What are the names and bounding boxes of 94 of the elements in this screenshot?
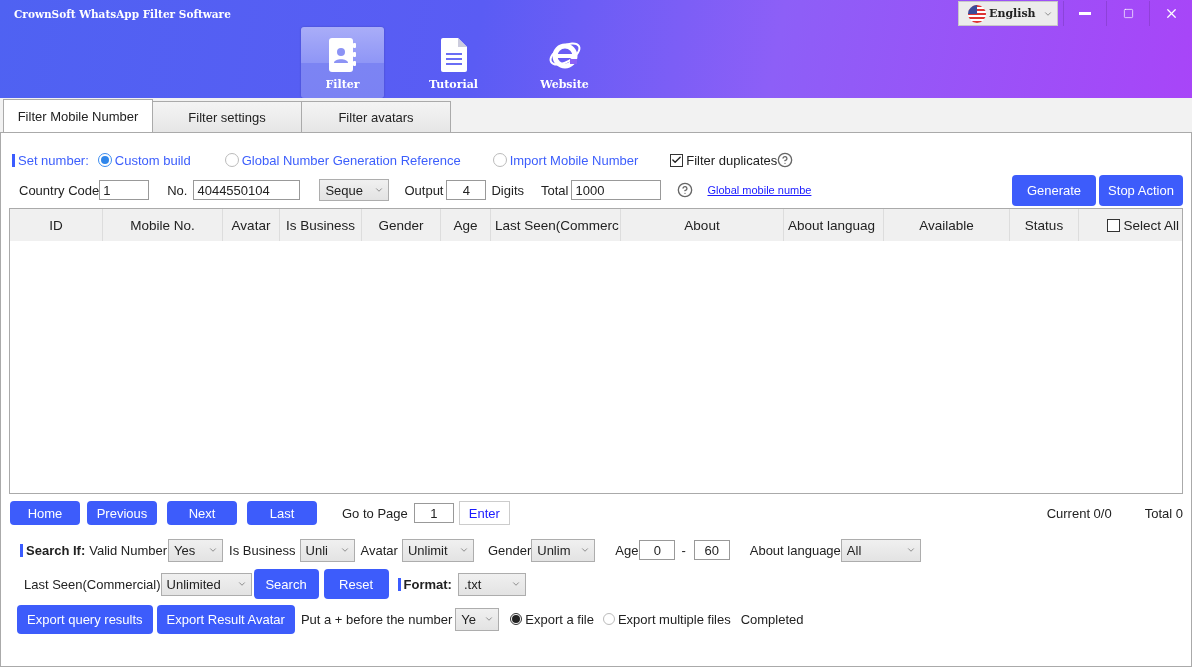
section-marker <box>397 577 401 591</box>
column-header: Age <box>453 217 478 233</box>
chevron-icon <box>374 185 385 195</box>
filter-label: Avatar <box>360 542 398 558</box>
country-code-input[interactable]: 1 <box>99 180 150 200</box>
tab[interactable]: Filter avatars <box>301 101 451 132</box>
column-header: Is Business <box>286 217 355 233</box>
column-header: Mobile No. <box>130 217 195 233</box>
export-mode-radio[interactable]: Export a file <box>510 611 594 627</box>
section-marker <box>20 543 23 557</box>
section-label: Format: <box>403 576 452 592</box>
filter-select[interactable]: Unlim <box>531 538 596 562</box>
nav-button[interactable]: Website <box>523 27 606 98</box>
filter-label: About language <box>749 542 841 558</box>
us-flag-icon <box>968 4 986 23</box>
filter-select[interactable]: Unli <box>299 538 355 562</box>
chevron-icon <box>236 579 247 589</box>
chevron-icon <box>905 545 916 555</box>
pager-button[interactable]: Last <box>247 501 317 525</box>
chevron-icon <box>208 545 219 555</box>
total-info: Total 0 <box>1144 505 1183 521</box>
age-to-input[interactable]: 60 <box>693 540 730 560</box>
tab[interactable]: Filter settings <box>152 101 302 132</box>
help-icon[interactable] <box>677 182 694 198</box>
radio-option[interactable]: Global Number Generation Reference <box>224 152 461 168</box>
tab[interactable]: Filter Mobile Number <box>3 99 153 132</box>
maximize-icon <box>1122 8 1134 19</box>
select-all-checkbox[interactable]: Select All <box>1107 217 1179 233</box>
output-input[interactable]: 4 <box>446 180 487 200</box>
field-label: Put a + before the number <box>300 611 453 627</box>
export-mode-radio[interactable]: Export multiple files <box>602 611 731 627</box>
pager-button[interactable]: Previous <box>87 501 157 525</box>
column-header: Available <box>919 217 974 233</box>
filter-select[interactable]: Unlimited <box>160 572 252 596</box>
filter-select[interactable]: Yes <box>168 538 224 562</box>
column-header: Status <box>1024 217 1064 233</box>
export-button[interactable]: Export Result Avatar <box>156 604 295 634</box>
search-button[interactable]: Reset <box>323 569 389 599</box>
age-from-input[interactable]: 0 <box>639 540 676 560</box>
format-select[interactable]: .txt <box>457 572 526 596</box>
column-header: About languag <box>788 217 876 233</box>
field-label: No. <box>167 182 188 198</box>
action-button[interactable]: Generate <box>1012 174 1096 206</box>
export-button[interactable]: Export query results <box>17 604 153 634</box>
filter-label: Age <box>615 542 639 558</box>
filter-label: Valid Number <box>89 542 168 558</box>
range-separator: - <box>681 542 686 558</box>
radio-option[interactable]: Import Mobile Number <box>492 152 639 168</box>
pager-button[interactable]: Home <box>10 501 80 525</box>
field-label: Go to Page <box>342 505 408 521</box>
column-header: About <box>684 217 720 233</box>
enter-button[interactable]: Enter <box>458 501 510 525</box>
chevron-icon <box>484 614 495 624</box>
section-label: Set number: <box>18 152 89 168</box>
document-icon <box>440 38 467 72</box>
pager-button[interactable]: Next <box>167 501 237 525</box>
filter-duplicates-checkbox[interactable]: Filter duplicates <box>670 152 778 168</box>
chevron-icon <box>458 545 469 555</box>
contact-book-icon <box>328 38 357 72</box>
nav-button[interactable]: Tutorial <box>412 27 495 98</box>
chevron-icon <box>580 545 591 555</box>
section-marker <box>12 153 15 167</box>
minimize-icon <box>1079 12 1091 15</box>
total-input[interactable]: 1000 <box>571 180 662 200</box>
page-info: Current 0/0 <box>1046 505 1112 521</box>
plus-select[interactable]: Ye <box>455 607 500 631</box>
radio-option[interactable]: Custom build <box>97 152 191 168</box>
column-header: Gender <box>378 217 424 233</box>
column-header: ID <box>49 217 63 233</box>
action-button[interactable]: Stop Action <box>1099 174 1183 206</box>
mode-select[interactable]: Seque <box>319 179 390 201</box>
chevron-icon <box>339 545 350 555</box>
filter-select[interactable]: Unlimit <box>401 538 474 562</box>
filter-label: Is Business <box>229 542 296 558</box>
window-title: CrownSoft WhatsApp Filter Software <box>14 8 231 20</box>
column-header: Last Seen(Commerc <box>495 217 619 233</box>
column-header: Avatar <box>231 217 271 233</box>
field-label: Output <box>404 182 444 198</box>
field-label: Digits <box>491 182 524 198</box>
language-select[interactable]: English <box>958 1 1058 26</box>
field-label: Total <box>541 182 569 198</box>
checkmark-icon <box>671 154 683 166</box>
field-label: Country Code <box>19 182 100 198</box>
number-input[interactable]: 4044550104 <box>193 180 301 200</box>
help-icon[interactable] <box>777 152 794 168</box>
page-input[interactable]: 1 <box>413 503 454 523</box>
global-number-link[interactable]: Global mobile numbe <box>707 184 812 196</box>
status-text: Completed <box>740 611 804 627</box>
chevron-icon <box>510 579 521 589</box>
filter-label: Gender <box>487 542 532 558</box>
section-label: Search If: <box>26 542 86 558</box>
filter-label: Last Seen(Commercial) <box>24 576 161 592</box>
search-button[interactable]: Search <box>253 569 319 599</box>
filter-select[interactable]: All <box>840 538 921 562</box>
